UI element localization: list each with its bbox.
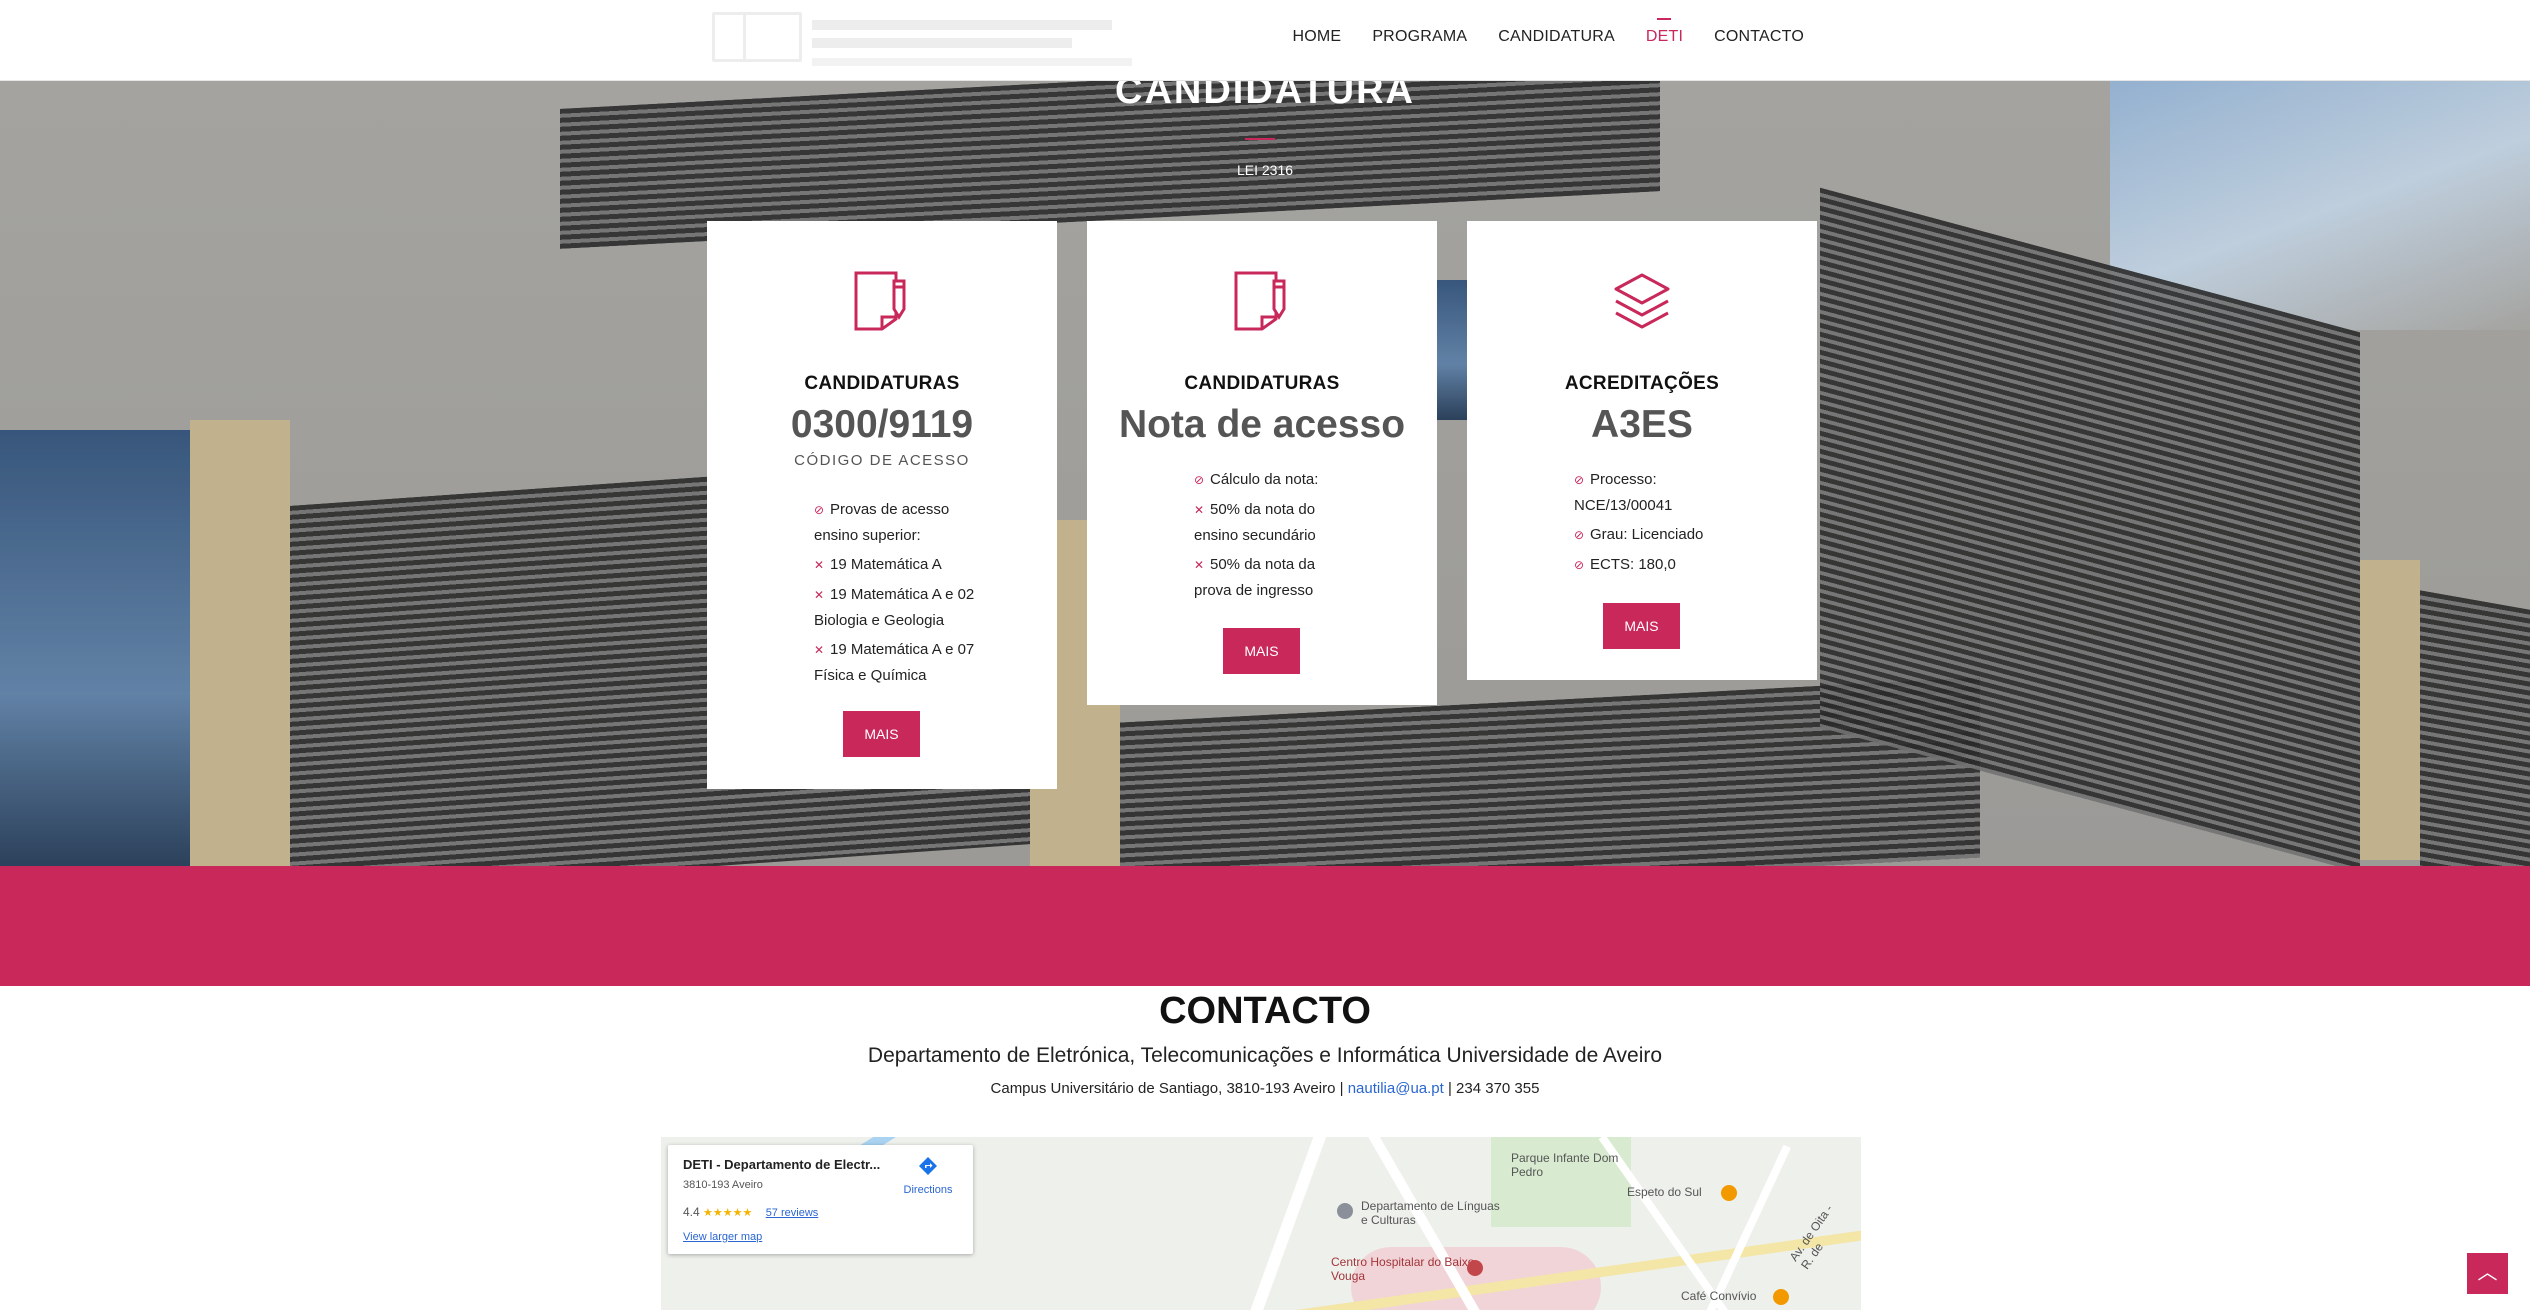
card-heading: ACREDITAÇÕES xyxy=(1564,373,1720,394)
hero-divider xyxy=(1245,138,1275,140)
check-icon: ⊘ xyxy=(1574,473,1585,487)
card-list: ⊘ Processo: NCE/13/00041 ⊘ Grau: Licenciad… xyxy=(1574,467,1734,582)
cross-icon: ✕ xyxy=(814,643,825,657)
map-label-espeto: Espeto do Sul xyxy=(1627,1185,1702,1199)
nav-deti[interactable]: DETI xyxy=(1646,18,1683,46)
list-item: ✕ 50% da nota da prova de ingresso xyxy=(1194,552,1344,603)
cross-icon: ✕ xyxy=(1194,558,1205,572)
mais-button[interactable]: MAIS xyxy=(1603,603,1680,649)
layers-icon xyxy=(1614,273,1670,329)
map-place-address: 3810-193 Aveiro xyxy=(683,1179,763,1191)
star-rating-icon: ★★★★★ xyxy=(703,1207,753,1219)
map-place-name[interactable]: DETI - Departamento de Electr... xyxy=(683,1157,880,1172)
cross-icon: ✕ xyxy=(1194,503,1205,517)
view-larger-map-link[interactable]: View larger map xyxy=(683,1231,762,1243)
main-nav: HOME PROGRAMA CANDIDATURA DETI CONTACTO xyxy=(1293,18,1805,46)
card-codigo-acesso: CANDIDATURAS 0300/9119 CÓDIGO DE ACESSO … xyxy=(707,221,1057,789)
check-icon: ⊘ xyxy=(1574,528,1585,542)
list-item: ⊘ ECTS: 180,0 xyxy=(1574,552,1734,578)
check-icon: ⊘ xyxy=(1194,473,1205,487)
map-reviews-link[interactable]: 57 reviews xyxy=(766,1207,819,1219)
map-label-street: Av. de Oita - R. de xyxy=(1786,1202,1836,1272)
card-value: 0300/9119 xyxy=(790,403,974,446)
check-icon: ⊘ xyxy=(814,503,825,517)
nav-candidatura[interactable]: CANDIDATURA xyxy=(1498,28,1615,46)
document-pencil-icon xyxy=(1234,271,1286,331)
directions-icon xyxy=(919,1157,937,1175)
map-info-card: DETI - Departamento de Electr... 3810-19… xyxy=(668,1145,973,1254)
cross-icon: ✕ xyxy=(814,588,825,602)
hero-subtitle: LEI 2316 xyxy=(1236,162,1294,178)
contact-email-link[interactable]: nautilia@ua.pt xyxy=(1348,1080,1444,1097)
map-hospital-icon xyxy=(1467,1260,1483,1276)
nav-contacto[interactable]: CONTACTO xyxy=(1714,28,1804,46)
card-list: ⊘ Cálculo da nota: ✕ 50% da nota do ensino… xyxy=(1194,467,1344,607)
contact-title: CONTACTO xyxy=(1159,990,1371,1032)
card-heading: CANDIDATURAS xyxy=(804,373,960,394)
card-value: A3ES xyxy=(1591,403,1693,446)
mais-button[interactable]: MAIS xyxy=(1223,628,1300,674)
list-item: ✕ 19 Matemática A xyxy=(814,552,984,578)
contact-details: Campus Universitário de Santiago, 3810-1… xyxy=(0,1080,2530,1097)
list-item: ✕ 19 Matemática A e 02 Biologia e Geologi… xyxy=(814,582,984,633)
card-list: ⊘ Provas de acesso ensino superior: ✕ 19 M… xyxy=(814,497,984,692)
card-acreditacoes: ACREDITAÇÕES A3ES ⊘ Processo: NCE/13/0004… xyxy=(1467,221,1817,680)
card-heading: CANDIDATURAS xyxy=(1184,373,1340,394)
chevron-up-icon: ︿ xyxy=(2477,1262,2498,1284)
list-item: ⊘ Provas de acesso ensino superior: xyxy=(814,497,984,548)
cross-icon: ✕ xyxy=(814,558,825,572)
map-label-dept: Departamento de Línguas e Culturas xyxy=(1361,1199,1500,1227)
map-poi-icon xyxy=(1337,1203,1353,1219)
document-pencil-icon xyxy=(854,271,906,331)
top-navbar: HOME PROGRAMA CANDIDATURA DETI CONTACTO xyxy=(0,0,2530,81)
back-to-top-button[interactable]: ︿ xyxy=(2467,1253,2508,1294)
list-item: ✕ 19 Matemática A e 07 Física e Química xyxy=(814,637,984,688)
map-rating: 4.4 ★★★★★ 57 reviews xyxy=(683,1205,819,1219)
directions-button[interactable]: Directions xyxy=(893,1155,963,1196)
contact-address: Campus Universitário de Santiago, 3810-1… xyxy=(990,1080,1344,1097)
mais-button[interactable]: MAIS xyxy=(843,711,920,757)
list-item: ⊘ Cálculo da nota: xyxy=(1194,467,1344,493)
map-label-park: Parque Infante Dom Pedro xyxy=(1511,1151,1619,1179)
nav-programa[interactable]: PROGRAMA xyxy=(1372,28,1467,46)
card-nota-acesso: CANDIDATURAS Nota de acesso ⊘ Cálculo da … xyxy=(1087,221,1437,705)
map-label-cafe: Café Convívio xyxy=(1681,1289,1757,1303)
contact-department: Departamento de Eletrónica, Telecomunica… xyxy=(867,1044,1663,1067)
card-value: Nota de acesso xyxy=(1118,403,1406,446)
map-label-hospital: Centro Hospitalar do Baixo Vouga xyxy=(1331,1255,1475,1283)
list-item: ✕ 50% da nota do ensino secundário xyxy=(1194,497,1344,548)
nav-home[interactable]: HOME xyxy=(1293,28,1342,46)
map-restaurant-icon xyxy=(1721,1185,1737,1201)
map-cafe-icon xyxy=(1773,1289,1789,1305)
card-code-label: CÓDIGO DE ACESSO xyxy=(794,452,970,469)
list-item: ⊘ Processo: NCE/13/00041 xyxy=(1574,467,1734,518)
check-icon: ⊘ xyxy=(1574,558,1585,572)
list-item: ⊘ Grau: Licenciado xyxy=(1574,522,1734,548)
site-logo[interactable] xyxy=(712,6,1132,76)
contact-phone: | 234 370 355 xyxy=(1447,1080,1540,1097)
accent-band xyxy=(0,866,2530,986)
